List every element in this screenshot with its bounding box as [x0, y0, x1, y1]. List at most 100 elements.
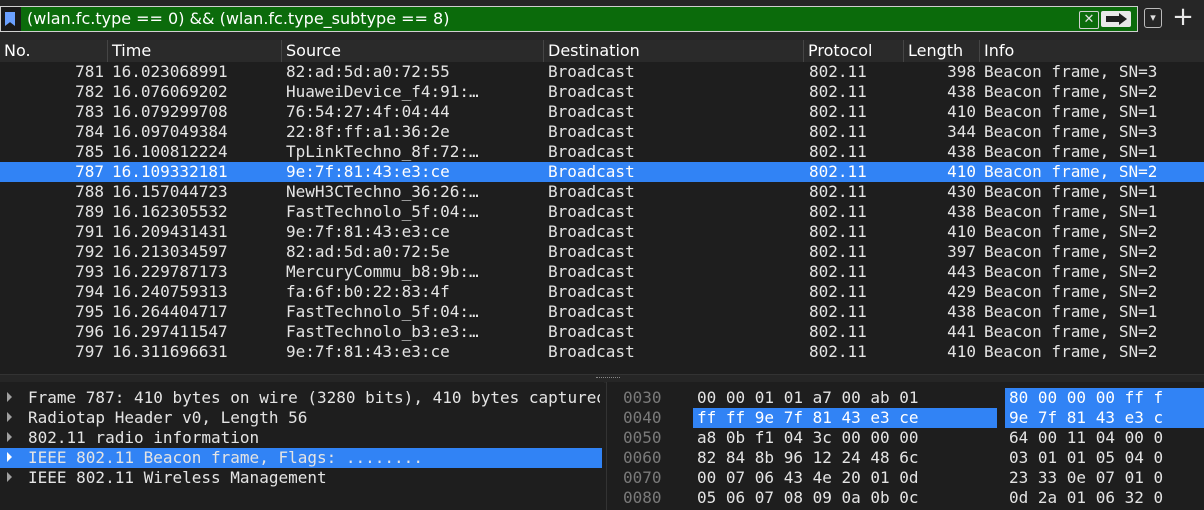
detail-tree-item[interactable]: Radiotap Header v0, Length 56	[0, 408, 602, 428]
detail-tree-item[interactable]: IEEE 802.11 Wireless Management	[0, 468, 602, 488]
packet-row[interactable]: 791 16.209431431 9e:7f:81:43:e3:ce Broadcas…	[0, 222, 1204, 242]
packet-row[interactable]: 783 16.079299708 76:54:27:4f:04:44 Broadcas…	[0, 102, 1204, 122]
apply-filter-button[interactable]	[1101, 11, 1131, 27]
column-header-source[interactable]: Source	[282, 40, 544, 62]
cell-protocol: 802.11	[809, 202, 867, 221]
column-header-length[interactable]: Length	[904, 40, 980, 62]
detail-tree-item[interactable]: 802.11 radio information	[0, 428, 602, 448]
bytes-hex-group-2[interactable]: 03 01 01 05 04 0	[1005, 448, 1204, 468]
filter-bookmark-button[interactable]	[1, 7, 21, 31]
cell-length: 429	[947, 282, 976, 301]
packet-row[interactable]: 787 16.109332181 9e:7f:81:43:e3:ce Broadcas…	[0, 162, 1204, 182]
bytes-hex-group-2[interactable]: 9e 7f 81 43 e3 c	[1005, 408, 1204, 428]
expand-triangle-icon[interactable]	[7, 432, 12, 442]
column-header-protocol[interactable]: Protocol	[804, 40, 904, 62]
arrow-right-icon	[1106, 16, 1120, 22]
packet-row[interactable]: 796 16.297411547 FastTechnolo_b3:e3:… Broad…	[0, 322, 1204, 342]
bytes-row: 0070 00 07 06 43 4e 20 01 0d 23 33 0e 07 0…	[607, 468, 1204, 488]
cell-source: 9e:7f:81:43:e3:ce	[286, 342, 450, 361]
bytes-hex-group-2[interactable]: 64 00 11 04 00 0	[1005, 428, 1204, 448]
cell-destination: Broadcast	[548, 162, 635, 181]
cell-protocol: 802.11	[809, 182, 867, 201]
packet-row[interactable]: 782 16.076069202 HuaweiDevice_f4:91:… Broad…	[0, 82, 1204, 102]
plus-icon: +	[1172, 2, 1194, 32]
cell-protocol: 802.11	[809, 262, 867, 281]
cell-length: 397	[947, 242, 976, 261]
column-header-time[interactable]: Time	[108, 40, 282, 62]
packet-row[interactable]: 793 16.229787173 MercuryCommu_b8:9b:… Broad…	[0, 262, 1204, 282]
cell-time: 16.157044723	[112, 182, 228, 201]
cell-destination: Broadcast	[548, 342, 635, 361]
cell-length: 438	[947, 82, 976, 101]
cell-no: 788	[75, 182, 104, 201]
cell-protocol: 802.11	[809, 82, 867, 101]
column-header-info[interactable]: Info	[980, 40, 1204, 62]
cell-source: NewH3CTechno_36:26:…	[286, 182, 479, 201]
cell-no: 789	[75, 202, 104, 221]
detail-tree-item[interactable]: Frame 787: 410 bytes on wire (3280 bits)…	[0, 388, 602, 408]
bytes-offset: 0030	[623, 388, 662, 407]
expand-triangle-icon[interactable]	[7, 452, 12, 462]
cell-info: Beacon frame, SN=2	[984, 242, 1158, 261]
packet-row[interactable]: 795 16.264404717 FastTechnolo_5f:04:… Broad…	[0, 302, 1204, 322]
cell-length: 438	[947, 302, 976, 321]
packet-row[interactable]: 788 16.157044723 NewH3CTechno_36:26:… Broad…	[0, 182, 1204, 202]
packet-row[interactable]: 784 16.097049384 22:8f:ff:a1:36:2e Broadcas…	[0, 122, 1204, 142]
cell-info: Beacon frame, SN=3	[984, 122, 1158, 141]
bytes-row: 0040 ff ff 9e 7f 81 43 e3 ce 9e 7f 81 43 e…	[607, 408, 1204, 428]
cell-info: Beacon frame, SN=2	[984, 162, 1158, 181]
packet-row[interactable]: 789 16.162305532 FastTechnolo_5f:04:… Broad…	[0, 202, 1204, 222]
cell-source: 76:54:27:4f:04:44	[286, 102, 450, 121]
cell-info: Beacon frame, SN=1	[984, 142, 1158, 161]
cell-time: 16.100812224	[112, 142, 228, 161]
cell-length: 438	[947, 202, 976, 221]
packet-row[interactable]: 781 16.023068991 82:ad:5d:a0:72:55 Broadcas…	[0, 62, 1204, 82]
packet-row[interactable]: 797 16.311696631 9e:7f:81:43:e3:ce Broadcas…	[0, 342, 1204, 362]
packet-details-tree: Frame 787: 410 bytes on wire (3280 bits)…	[0, 382, 604, 510]
bytes-hex-group-1[interactable]: 00 07 06 43 4e 20 01 0d	[693, 468, 997, 488]
detail-tree-item[interactable]: IEEE 802.11 Beacon frame, Flags: .......…	[0, 448, 602, 468]
clear-filter-button[interactable]: ✕	[1079, 11, 1099, 29]
cell-no: 792	[75, 242, 104, 261]
packet-row[interactable]: 794 16.240759313 fa:6f:b0:22:83:4f Broadcas…	[0, 282, 1204, 302]
cell-length: 410	[947, 222, 976, 241]
bytes-hex-group-2[interactable]: 23 33 0e 07 01 0	[1005, 468, 1204, 488]
cell-time: 16.076069202	[112, 82, 228, 101]
display-filter-input[interactable]: (wlan.fc.type == 0) && (wlan.fc.type_sub…	[0, 6, 1138, 32]
cell-no: 791	[75, 222, 104, 241]
cell-source: HuaweiDevice_f4:91:…	[286, 82, 479, 101]
recent-filters-dropdown[interactable]: ▾	[1144, 8, 1162, 28]
bytes-row: 0060 82 84 8b 96 12 24 48 6c 03 01 01 05 0…	[607, 448, 1204, 468]
cell-no: 797	[75, 342, 104, 361]
expand-triangle-icon[interactable]	[7, 472, 12, 482]
cell-source: FastTechnolo_b3:e3:…	[286, 322, 479, 341]
expand-triangle-icon[interactable]	[7, 412, 12, 422]
detail-tree-label: 802.11 radio information	[28, 428, 260, 447]
cell-length: 410	[947, 162, 976, 181]
bytes-hex-group-1[interactable]: 00 00 01 01 a7 00 ab 01	[693, 388, 997, 408]
cell-time: 16.097049384	[112, 122, 228, 141]
bytes-hex-group-1[interactable]: 82 84 8b 96 12 24 48 6c	[693, 448, 997, 468]
display-filter-text[interactable]: (wlan.fc.type == 0) && (wlan.fc.type_sub…	[27, 9, 449, 28]
splitter-grip-icon	[596, 377, 620, 380]
add-filter-button[interactable]: +	[1170, 3, 1196, 31]
cell-info: Beacon frame, SN=2	[984, 262, 1158, 281]
packet-row[interactable]: 792 16.213034597 82:ad:5d:a0:72:5e Broadcas…	[0, 242, 1204, 262]
cell-length: 430	[947, 182, 976, 201]
packet-row[interactable]: 785 16.100812224 TpLinkTechno_8f:72:… Broad…	[0, 142, 1204, 162]
expand-triangle-icon[interactable]	[7, 392, 12, 402]
bytes-hex-group-2[interactable]: 0d 2a 01 06 32 0	[1005, 488, 1204, 508]
cell-time: 16.229787173	[112, 262, 228, 281]
bytes-offset: 0050	[623, 428, 662, 447]
cell-length: 398	[947, 62, 976, 81]
cell-info: Beacon frame, SN=2	[984, 322, 1158, 341]
bytes-hex-group-2[interactable]: 80 00 00 00 ff f	[1005, 388, 1204, 408]
column-header-no[interactable]: No.	[0, 40, 108, 62]
cell-no: 796	[75, 322, 104, 341]
cell-destination: Broadcast	[548, 202, 635, 221]
bytes-hex-group-1[interactable]: ff ff 9e 7f 81 43 e3 ce	[693, 408, 997, 428]
bytes-hex-group-1[interactable]: a8 0b f1 04 3c 00 00 00	[693, 428, 997, 448]
column-header-destination[interactable]: Destination	[544, 40, 804, 62]
cell-info: Beacon frame, SN=1	[984, 202, 1158, 221]
bytes-hex-group-1[interactable]: 05 06 07 08 09 0a 0b 0c	[693, 488, 997, 508]
